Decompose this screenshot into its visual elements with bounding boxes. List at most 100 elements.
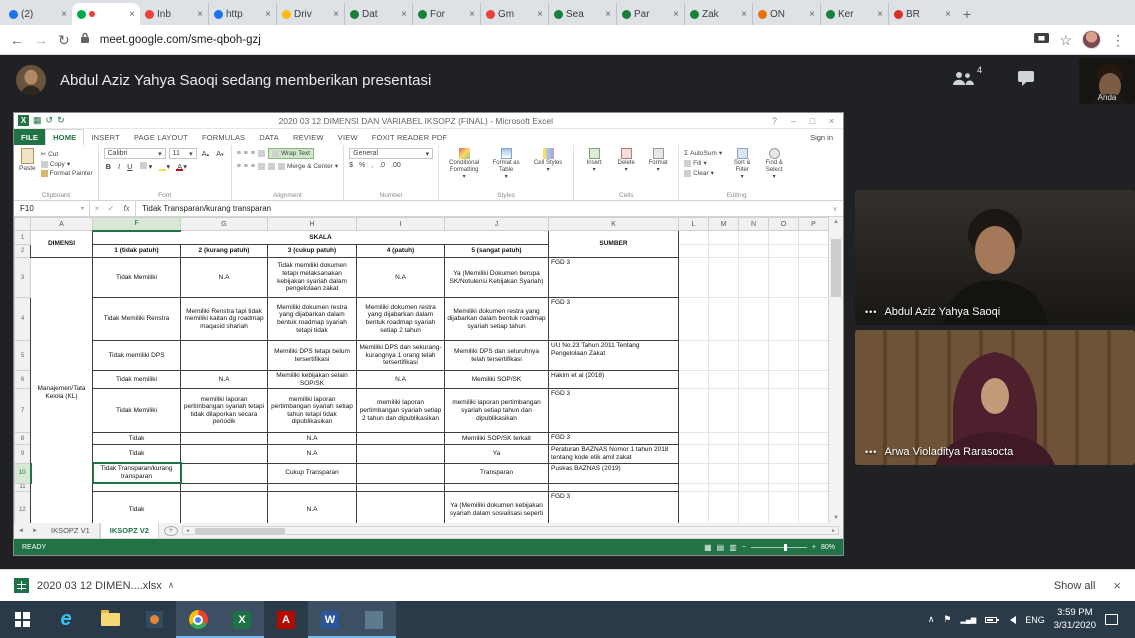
cell[interactable] <box>181 463 268 483</box>
cell[interactable] <box>769 491 799 523</box>
cell[interactable]: N.A <box>357 371 445 389</box>
zoom-in-button[interactable]: + <box>812 544 816 551</box>
cell-dimensi-header[interactable]: DIMENSI <box>31 231 93 258</box>
cell[interactable] <box>799 231 829 245</box>
insert-function-icon[interactable]: fx <box>118 201 136 216</box>
cell[interactable] <box>709 341 739 371</box>
cell[interactable] <box>357 483 445 491</box>
browser-tab[interactable]: Inb× <box>140 3 208 25</box>
align-top-icon[interactable]: ≡ <box>237 150 241 157</box>
scroll-up-icon[interactable]: ▲ <box>829 219 843 225</box>
cell[interactable]: N.A <box>268 445 357 463</box>
column-header[interactable]: G <box>181 218 268 231</box>
tray-chevron-icon[interactable]: ∧ <box>928 614 935 625</box>
cell[interactable] <box>739 258 769 298</box>
fill-button[interactable]: Fill▾ <box>684 159 722 167</box>
cell[interactable] <box>799 298 829 341</box>
tab-close-icon[interactable]: × <box>877 9 883 20</box>
clear-button[interactable]: Clear▾ <box>684 169 722 177</box>
cell[interactable] <box>93 483 181 491</box>
cell[interactable] <box>769 341 799 371</box>
cell[interactable]: Tidak <box>93 491 181 523</box>
scroll-left-icon[interactable]: ◄ <box>185 528 190 534</box>
browser-tab[interactable]: (2)× <box>4 3 72 25</box>
tab-close-icon[interactable]: × <box>129 9 135 20</box>
cell[interactable]: Tidak memiliki dokumen tetapi melaksanak… <box>268 258 357 298</box>
cell[interactable]: 3 (cukup patuh) <box>268 245 357 258</box>
italic-button[interactable]: I <box>116 162 122 171</box>
cell[interactable]: Ya (Memiliki Dokumen berupa SK/Notulensi… <box>445 258 549 298</box>
browser-tab[interactable]: Sea× <box>548 3 616 25</box>
cell[interactable]: Transparan <box>445 463 549 483</box>
increase-indent-icon[interactable] <box>268 163 275 170</box>
cell[interactable] <box>679 463 709 483</box>
paste-button[interactable]: Paste <box>19 148 36 189</box>
cell[interactable]: Puskas BAZNAS (2019) <box>549 463 679 483</box>
cell[interactable] <box>679 371 709 389</box>
redo-icon[interactable]: ↻ <box>57 115 65 126</box>
zoom-level[interactable]: 80% <box>821 544 835 551</box>
row-number[interactable]: 11 <box>15 483 31 491</box>
column-header[interactable]: A <box>31 218 93 231</box>
formula-bar-expand-icon[interactable]: ∨ <box>827 205 843 213</box>
cell[interactable] <box>769 433 799 445</box>
increase-decimal-button[interactable]: .0 <box>379 162 385 169</box>
cell[interactable]: FGD 3 <box>549 433 679 445</box>
cell-sumber-header[interactable]: SUMBER <box>549 231 679 258</box>
cell[interactable] <box>769 371 799 389</box>
cell[interactable] <box>181 483 268 491</box>
fill-color-button[interactable]: ▾ <box>157 162 172 171</box>
font-color-button[interactable]: A▾ <box>175 162 189 171</box>
download-menu-icon[interactable]: ∧ <box>168 580 175 591</box>
browser-tab[interactable]: For× <box>412 3 480 25</box>
name-box-dropdown-icon[interactable]: ▾ <box>76 201 90 216</box>
bold-button[interactable]: B <box>104 162 113 171</box>
cell[interactable] <box>739 433 769 445</box>
taskbar-word-button[interactable]: W <box>308 601 352 638</box>
cell[interactable] <box>709 491 739 523</box>
horizontal-scrollbar[interactable]: ◄ ► <box>182 526 839 535</box>
cell[interactable] <box>268 483 357 491</box>
help-button[interactable]: ? <box>767 116 782 126</box>
ribbon-tab-formulas[interactable]: FORMULAS <box>195 129 252 145</box>
cell[interactable] <box>709 231 739 245</box>
battery-icon[interactable] <box>985 617 997 623</box>
borders-button[interactable]: ▾ <box>138 162 155 171</box>
tab-close-icon[interactable]: × <box>673 9 679 20</box>
download-filename[interactable]: 2020 03 12 DIMEN....xlsx <box>37 580 162 592</box>
align-center-icon[interactable]: ≡ <box>244 163 248 170</box>
cell[interactable]: 1 (tidak patuh) <box>93 245 181 258</box>
cell[interactable] <box>709 298 739 341</box>
ribbon-tab-insert[interactable]: INSERT <box>84 129 127 145</box>
participants-button[interactable]: 4 <box>952 71 974 91</box>
sheet-nav-left-icon[interactable]: ◄ <box>14 528 28 534</box>
browser-tab-meet-active[interactable]: × <box>72 3 140 25</box>
cell[interactable] <box>181 433 268 445</box>
tab-close-icon[interactable]: × <box>605 9 611 20</box>
tab-close-icon[interactable]: × <box>945 9 951 20</box>
cell[interactable] <box>739 389 769 433</box>
column-header[interactable]: K <box>549 218 679 231</box>
cell[interactable] <box>769 483 799 491</box>
tile-menu-icon[interactable]: ••• <box>865 307 877 317</box>
sign-in-link[interactable]: Sign in <box>810 129 843 145</box>
cell[interactable]: Cukup Transparan <box>268 463 357 483</box>
undo-icon[interactable]: ↺ <box>46 115 54 126</box>
row-number[interactable]: 5 <box>15 341 31 371</box>
cell[interactable] <box>769 258 799 298</box>
cell[interactable]: Memiliki DPS dan sekurang-kurangnya 1 or… <box>357 341 445 371</box>
taskbar-excel-button[interactable]: X <box>220 601 264 638</box>
row-number[interactable]: 6 <box>15 371 31 389</box>
cell[interactable]: N.A <box>357 258 445 298</box>
find-select-button[interactable]: Find & Select▾ <box>759 148 789 181</box>
cell[interactable]: 4 (patuh) <box>357 245 445 258</box>
back-button[interactable]: ← <box>10 33 24 47</box>
cell[interactable] <box>799 371 829 389</box>
cell[interactable] <box>799 341 829 371</box>
cut-button[interactable]: ✂Cut <box>41 150 93 158</box>
taskbar-tool-button[interactable] <box>352 601 396 638</box>
cell[interactable]: Tidak <box>93 433 181 445</box>
cell[interactable] <box>181 445 268 463</box>
cell[interactable] <box>769 245 799 258</box>
bookmark-star-icon[interactable]: ☆ <box>1059 33 1072 47</box>
